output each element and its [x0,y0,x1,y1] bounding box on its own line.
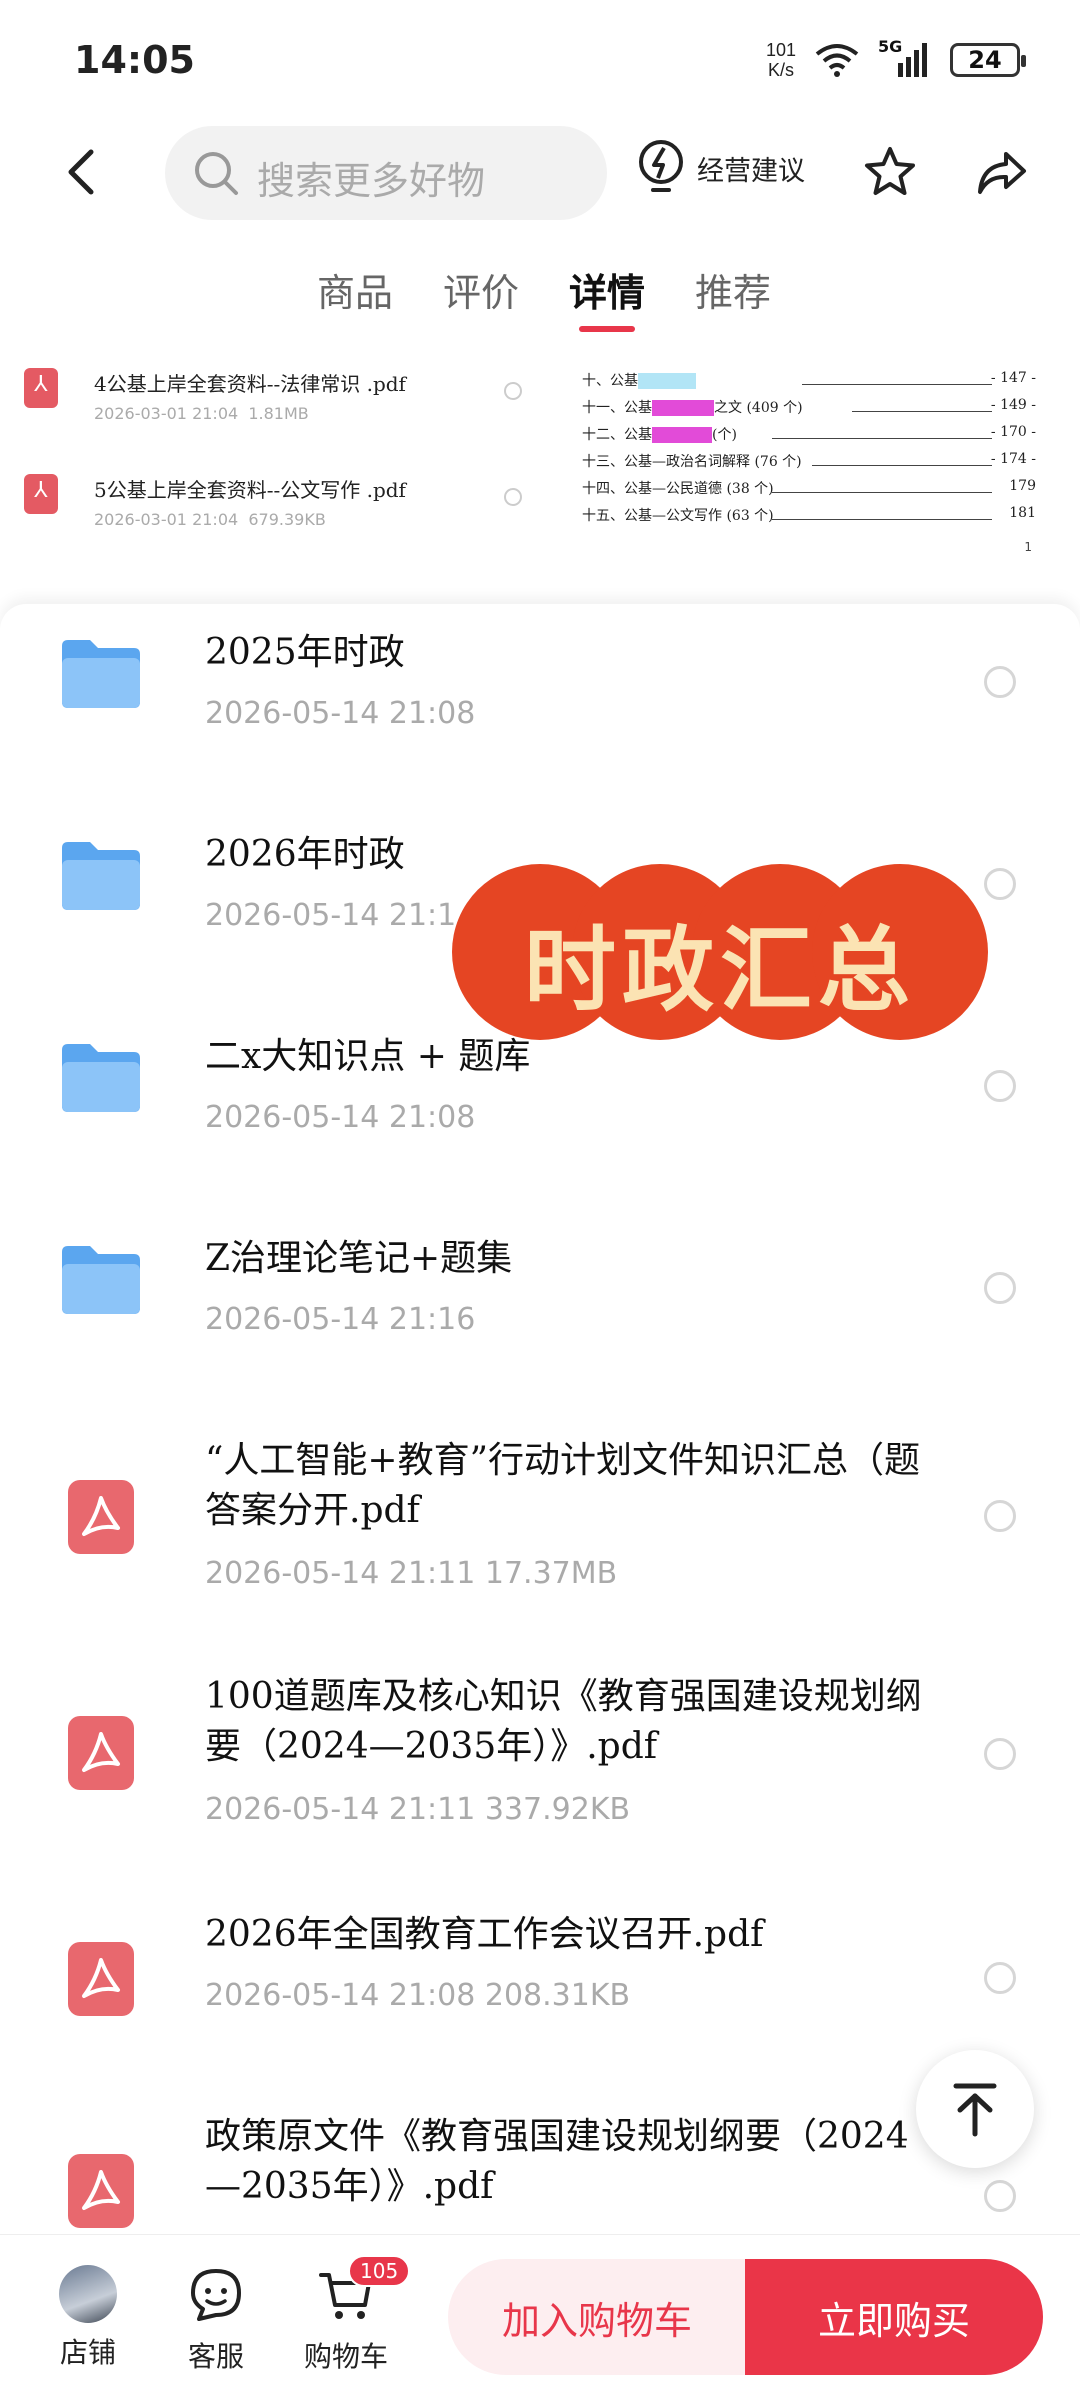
select-radio[interactable] [984,1500,1016,1532]
battery-icon: 24 [950,43,1026,77]
promo-badge-text: 时政汇总 [523,917,916,1024]
folder-icon [62,1044,140,1112]
customer-service-label: 客服 [187,2340,244,2373]
preview-file-meta: 2026-03-01 21:04 679.39KB [94,510,326,529]
preview-table-of-contents: 十、公基 - 147 - 十一、公基 之文 (409 个) - 149 - 十二、… [582,364,1042,554]
pdf-icon [24,474,58,514]
item-title: Z治理论笔记+题集 [205,1238,513,1279]
top-nav: 搜索更多好物 经营建议 [0,122,1080,222]
status-bar: 14:05 101 K/s 5G 24 [0,0,1080,120]
detail-preview-image: 4公基上岸全套资料--法律常识 .pdf 2026-03-01 21:04 1.… [0,360,1080,600]
promo-badge: 时政汇总 [450,862,990,1042]
toc-row: 十二、公基 (个) - 170 - [582,424,1036,443]
back-icon[interactable] [55,142,115,202]
select-radio[interactable] [984,1272,1016,1304]
wifi-icon [815,44,859,77]
cart-button[interactable]: 105 购物车 [296,2255,411,2375]
favorite-star-icon[interactable] [862,144,918,200]
item-meta: 2026-05-14 21:08 208.31KB [205,1978,631,2013]
pdf-icon [68,1942,134,2016]
pdf-icon [24,368,58,408]
preview-radio [504,382,522,400]
item-title: 100道题库及核心知识《教育强国建设规划纲要（2024—2035年）》.pdf [205,1676,922,1767]
arrow-up-icon [953,2083,997,2137]
list-item[interactable]: 100道题库及核心知识《教育强国建设规划纲要（2024—2035年）》.pdf … [0,1658,1080,1888]
preview-file-meta: 2026-03-01 21:04 1.81MB [94,404,309,423]
item-title: 政策原文件《教育强国建设规划纲要（2024—2035年）》.pdf [205,2116,909,2207]
tab-products[interactable]: 商品 [317,262,393,352]
preview-file-name: 4公基上岸全套资料--法律常识 .pdf [94,372,406,396]
status-icons: 101 K/s 5G 24 [765,37,1026,80]
item-title: “人工智能+教育”行动计划文件知识汇总（题答案分开.pdf [205,1440,920,1531]
item-meta: 2026-05-14 21:16 [205,1302,476,1337]
preview-file-row: 5公基上岸全套资料--公文写作 .pdf 2026-03-01 21:04 67… [20,466,560,546]
chat-icon [191,2269,241,2321]
bottom-action-bar: 店铺 客服 105 购物车 加入购物车 立即购买 [0,2234,1080,2398]
list-item[interactable]: “人工智能+教育”行动计划文件知识汇总（题答案分开.pdf 2026-05-14… [0,1422,1080,1652]
business-advice-button[interactable]: 经营建议 [635,138,805,198]
toc-row: 十三、公基—政治名词解释 (76 个) - 174 - [582,451,1036,470]
item-meta: 2026-05-14 21:08 [205,696,476,731]
shop-label: 店铺 [59,2336,116,2369]
network-speed: 101 K/s [765,40,796,80]
tab-reviews[interactable]: 评价 [443,262,519,352]
search-input[interactable]: 搜索更多好物 [165,126,607,220]
select-radio[interactable] [984,666,1016,698]
cart-label: 购物车 [303,2340,388,2373]
select-radio[interactable] [984,1962,1016,1994]
folder-icon [62,640,140,708]
tab-recommend[interactable]: 推荐 [695,262,771,352]
list-item[interactable]: 2025年时政 2026-05-14 21:08 [0,604,1080,804]
customer-service-button[interactable]: 客服 [166,2265,266,2375]
toc-row: 十四、公基—公民道德 (38 个) 179 [582,478,1036,497]
search-placeholder: 搜索更多好物 [257,159,486,203]
pdf-icon [68,1716,134,1790]
business-advice-label: 经营建议 [697,155,805,187]
folder-icon [62,1246,140,1314]
lightbulb-icon [639,140,683,192]
item-title: 2025年时政 [205,632,405,673]
pdf-icon [68,1480,134,1554]
preview-file-name: 5公基上岸全套资料--公文写作 .pdf [94,478,406,502]
shop-button[interactable]: 店铺 [38,2265,138,2371]
toc-row: 十一、公基 之文 (409 个) - 149 - [582,397,1036,416]
toc-row: 十、公基 - 147 - [582,370,1036,389]
search-icon [195,152,238,195]
preview-radio [504,488,522,506]
share-icon[interactable] [974,144,1030,200]
tab-bar: 商品 评价 详情 推荐 [0,262,1080,352]
cart-count-badge: 105 [348,2255,411,2287]
toc-page-number: 1 [1024,540,1032,554]
select-radio[interactable] [984,1738,1016,1770]
list-item[interactable]: Z治理论笔记+题集 2026-05-14 21:16 [0,1204,1080,1404]
signal-icon: 5G [878,37,932,79]
buy-now-button[interactable]: 立即购买 [745,2259,1043,2375]
item-meta: 2026-05-14 21:1 [205,898,457,933]
item-title: 2026年全国教育工作会议召开.pdf [205,1914,764,1955]
item-meta: 2026-05-14 21:11 337.92KB [205,1792,631,1827]
item-meta: 2026-05-14 21:08 [205,1100,476,1135]
shop-avatar [59,2265,117,2323]
item-meta: 2026-05-14 21:11 17.37MB [205,1556,618,1591]
add-to-cart-button[interactable]: 加入购物车 [448,2259,746,2375]
back-to-top-button[interactable] [916,2050,1034,2168]
status-time: 14:05 [74,38,195,82]
file-list: 2025年时政 2026-05-14 21:08 2026年时政 2026-05… [0,604,1080,2234]
select-radio[interactable] [984,2180,1016,2212]
toc-row: 十五、公基—公文写作 (63 个) 181 [582,505,1036,524]
pdf-icon [68,2154,134,2228]
tab-details[interactable]: 详情 [569,262,645,352]
preview-file-row: 4公基上岸全套资料--法律常识 .pdf 2026-03-01 21:04 1.… [20,360,560,440]
select-radio[interactable] [984,1070,1016,1102]
folder-icon [62,842,140,910]
